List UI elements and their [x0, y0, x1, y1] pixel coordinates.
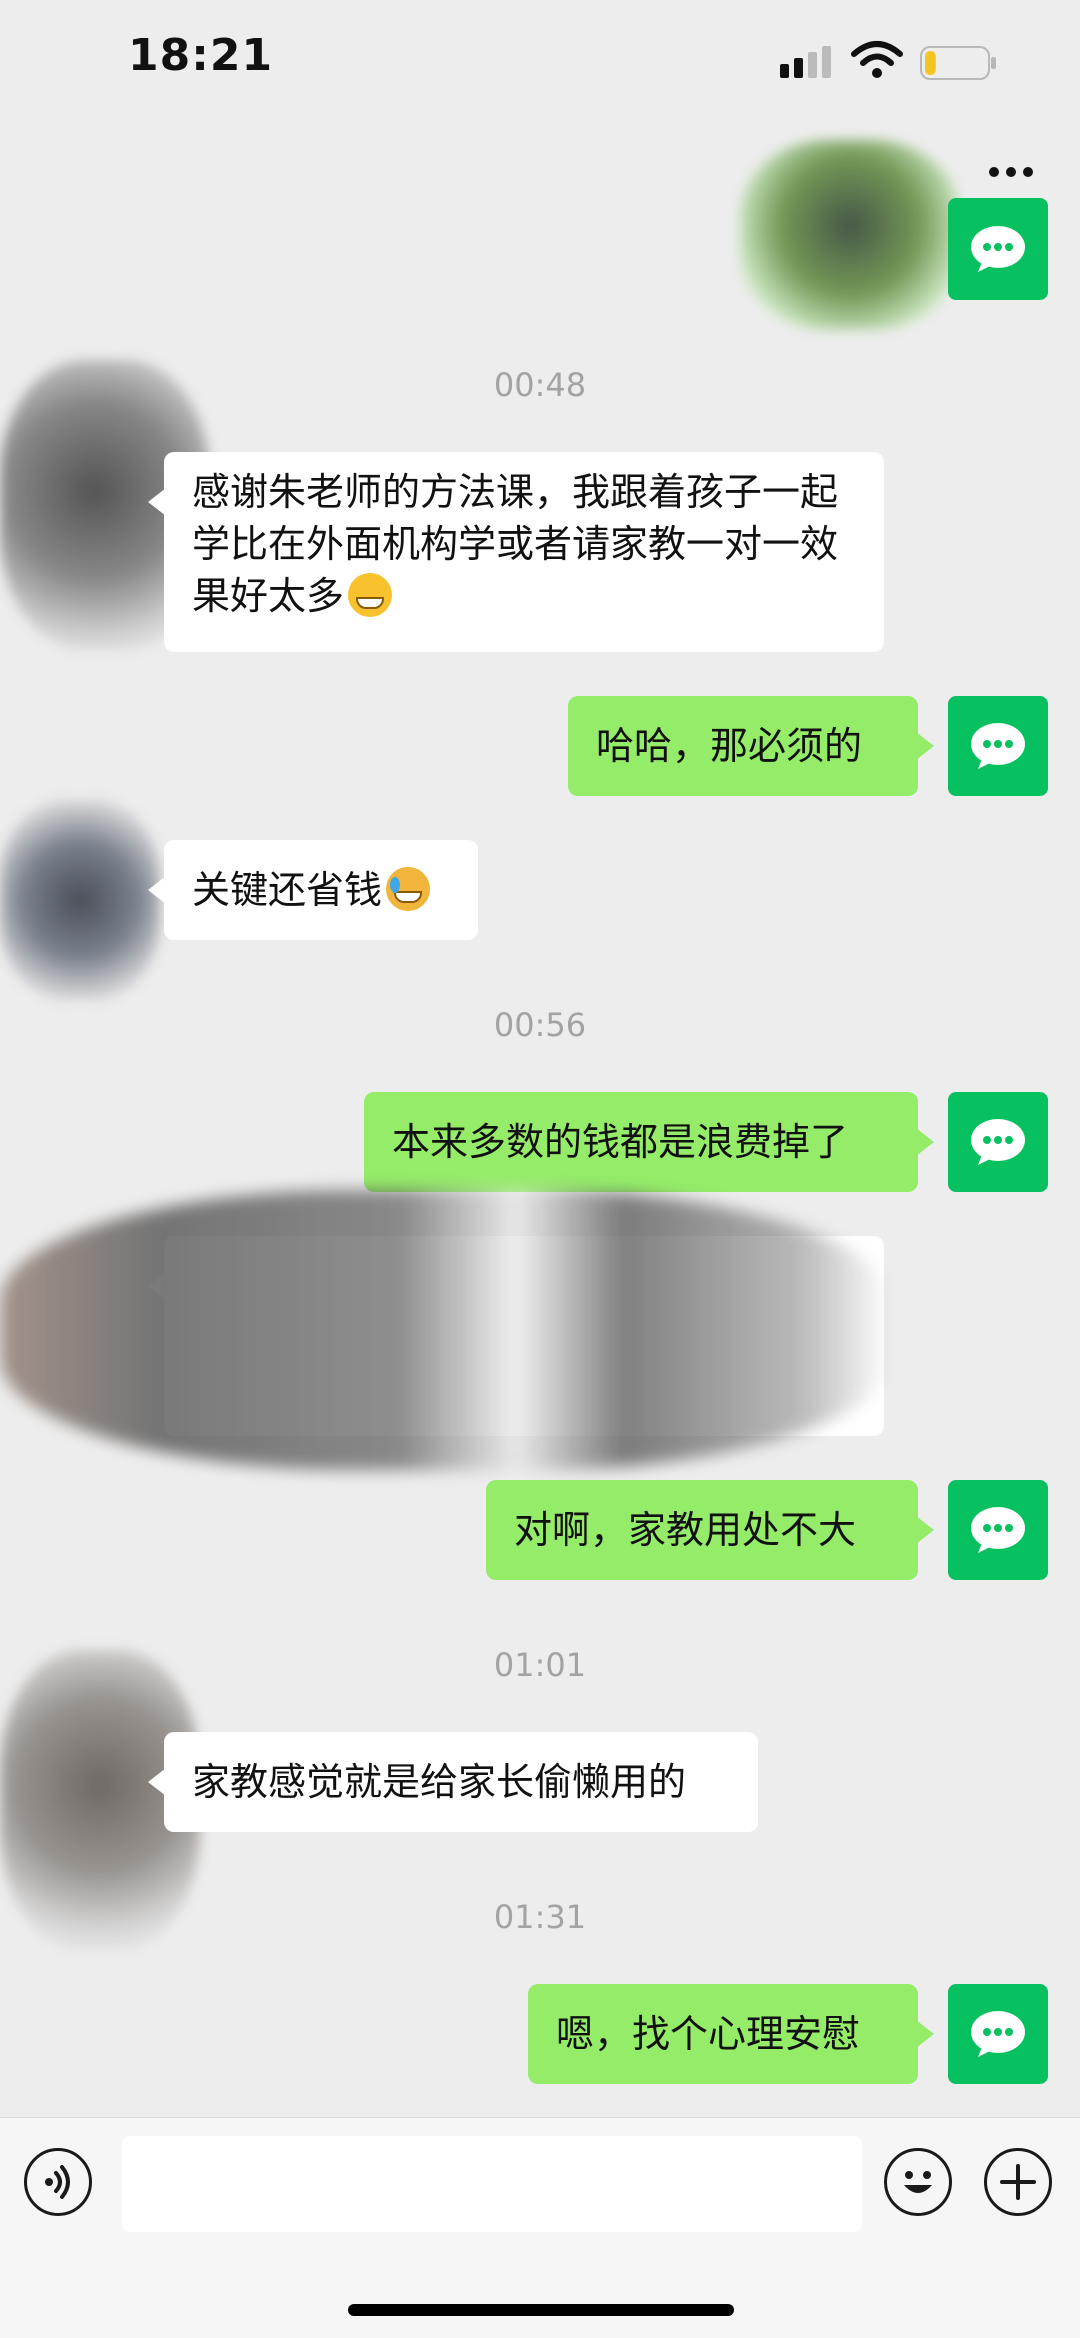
emoji-button[interactable]: [884, 2148, 952, 2216]
timestamp: 00:48: [493, 366, 587, 404]
timestamp: 00:56: [493, 1006, 587, 1044]
message-text: 关键还省钱: [192, 868, 383, 912]
message-bubble-received[interactable]: 家教感觉就是给家长偷懒用的: [148, 1732, 758, 1832]
message-text: 哈哈，那必须的: [596, 724, 863, 768]
my-avatar[interactable]: [948, 1984, 1048, 2084]
wechat-logo-icon: [971, 1507, 1025, 1553]
message-bubble-sent[interactable]: 嗯，找个心理安慰: [528, 1984, 934, 2084]
wifi-icon: [851, 41, 903, 78]
battery-icon: [920, 46, 998, 80]
redaction-smudge: [740, 140, 960, 330]
emoji-icon: [904, 2171, 932, 2193]
status-time: 18:21: [128, 30, 274, 81]
message-bubble-sent[interactable]: 对啊，家教用处不大: [486, 1480, 934, 1580]
redaction-smudge: [0, 1190, 890, 1470]
more-icon[interactable]: [988, 160, 1034, 184]
face-with-tears-emoji-icon: [386, 867, 431, 911]
message-text: 对啊，家教用处不大: [514, 1508, 857, 1552]
my-avatar[interactable]: [948, 696, 1048, 796]
more-actions-button[interactable]: [984, 2148, 1052, 2216]
message-bubble-received[interactable]: 关键还省钱: [148, 840, 478, 940]
message-text: 感谢朱老师的方法课，我跟着孩子一起学比在外面机构学或者请家教一对一效果好太多: [192, 470, 839, 618]
my-avatar[interactable]: [948, 198, 1048, 300]
plus-icon: [1000, 2164, 1036, 2200]
voice-icon: [45, 2165, 70, 2199]
redaction-smudge: [0, 800, 160, 1000]
message-bubble-sent[interactable]: 本来多数的钱都是浪费掉了: [364, 1092, 934, 1192]
message-text: 家教感觉就是给家长偷懒用的: [192, 1760, 687, 1804]
timestamp: 01:31: [493, 1898, 587, 1936]
message-text: 嗯，找个心理安慰: [556, 2012, 861, 2056]
home-indicator: [348, 2304, 734, 2316]
message-bubble-received[interactable]: 感谢朱老师的方法课，我跟着孩子一起学比在外面机构学或者请家教一对一效果好太多: [148, 452, 884, 652]
message-input[interactable]: [122, 2136, 862, 2232]
wechat-logo-icon: [971, 2011, 1025, 2057]
timestamp: 01:01: [493, 1646, 587, 1684]
grinning-face-emoji-icon: [348, 573, 393, 617]
my-avatar[interactable]: [948, 1092, 1048, 1192]
my-avatar[interactable]: [948, 1480, 1048, 1580]
message-text: 本来多数的钱都是浪费掉了: [392, 1120, 849, 1164]
wechat-logo-icon: [971, 1119, 1025, 1165]
cellular-signal-icon: [780, 46, 831, 78]
voice-input-button[interactable]: [24, 2148, 92, 2216]
wechat-logo-icon: [971, 723, 1025, 769]
wechat-logo-icon: [971, 226, 1025, 272]
message-bubble-sent[interactable]: 哈哈，那必须的: [568, 696, 934, 796]
